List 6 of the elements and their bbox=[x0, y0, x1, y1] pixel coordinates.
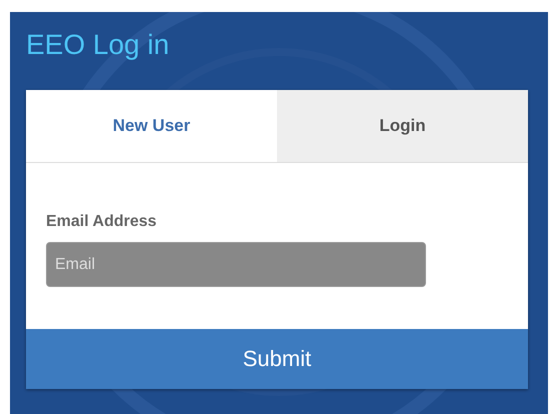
tab[interactable]: Login bbox=[277, 90, 528, 162]
email-field[interactable]: Email bbox=[46, 242, 426, 287]
submit-button[interactable]: Submit bbox=[26, 329, 528, 389]
field-label: Email Address bbox=[46, 213, 157, 231]
tab[interactable]: New User bbox=[26, 90, 277, 162]
page-title: EEO Log in bbox=[26, 28, 170, 62]
